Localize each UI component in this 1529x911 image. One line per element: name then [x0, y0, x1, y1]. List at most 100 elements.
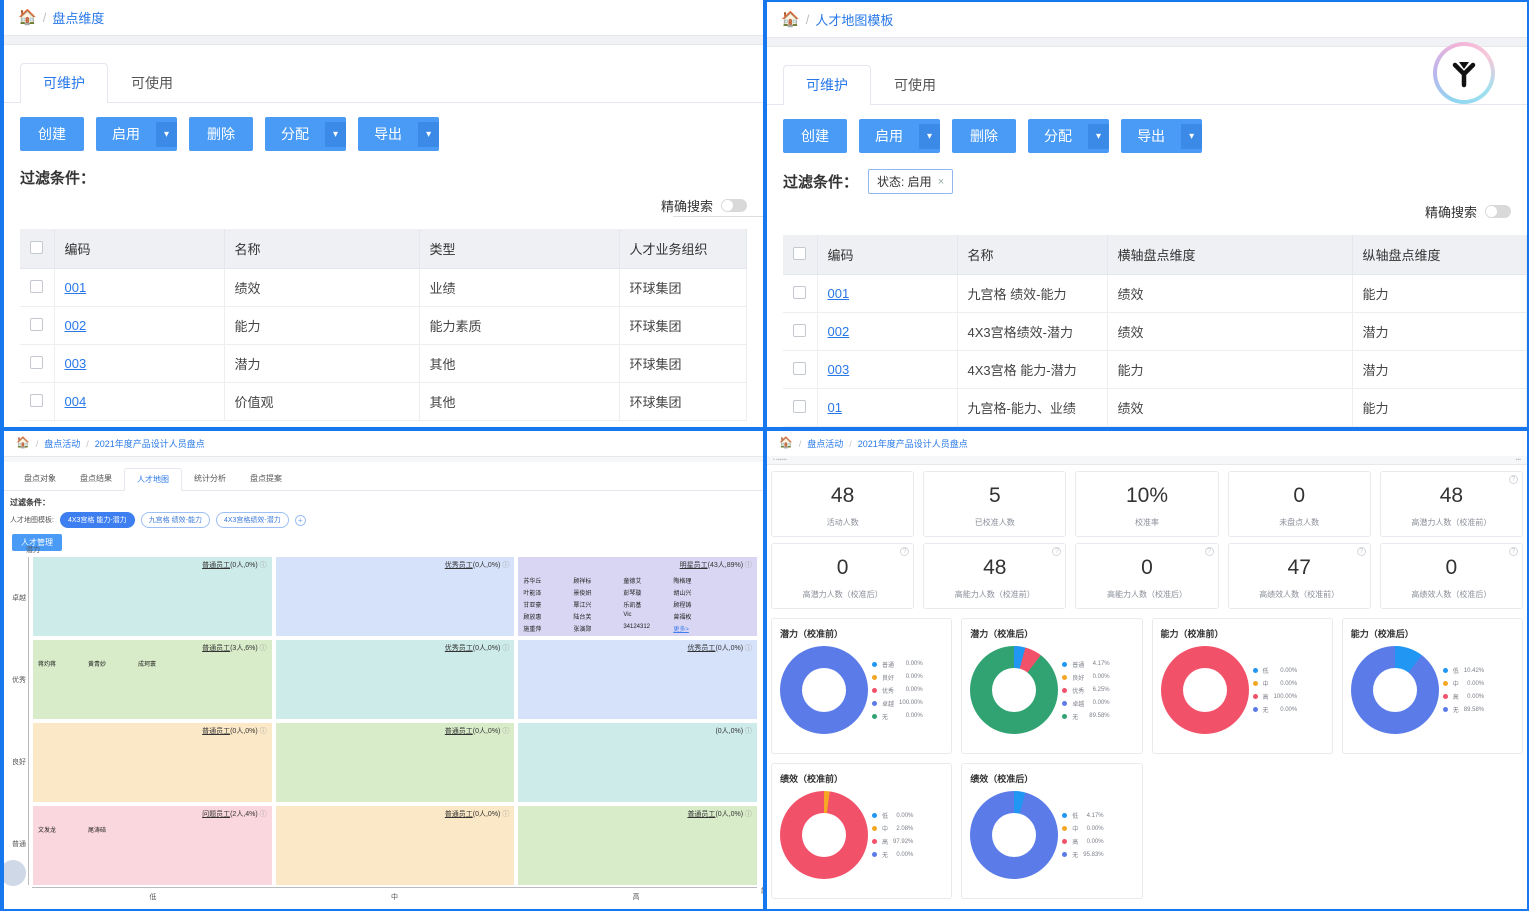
row-checkbox-cell[interactable] [783, 350, 818, 389]
info-icon[interactable]: ⓘ [745, 728, 752, 735]
table-row[interactable]: 002 4X3宫格绩效-潜力 绩效 潜力 [783, 312, 1527, 351]
home-icon[interactable]: 🏠 [16, 438, 30, 449]
col-code[interactable]: 编码 [817, 235, 958, 275]
info-icon[interactable]: ⓘ [260, 645, 267, 652]
tab-inventory-object[interactable]: 盘点对象 [12, 468, 68, 490]
table-row[interactable]: 004 价值观 其他 环球集团 [20, 382, 747, 421]
employee-name[interactable]: 曾福枚 [673, 612, 713, 621]
select-all-checkbox[interactable] [30, 240, 43, 254]
matrix-cell-label[interactable]: 问题员工 [202, 811, 230, 818]
select-all-cell[interactable] [20, 229, 55, 269]
matrix-cell-label[interactable]: 优秀员工 [687, 645, 715, 652]
more-link[interactable]: 更多> [673, 624, 713, 633]
help-icon[interactable]: ? [1356, 547, 1366, 556]
matrix-cell[interactable]: 普通员工(0人,0%) ⓘ [275, 723, 515, 802]
filter-chip-status[interactable]: 状态: 启用 × [868, 169, 954, 194]
col-name[interactable]: 名称 [957, 235, 1108, 275]
info-icon[interactable]: ⓘ [260, 728, 267, 735]
matrix-cell[interactable]: 普通员工(0人,0%) ⓘ [33, 723, 272, 802]
col-x-dimension[interactable]: 横轴盘点维度 [1107, 235, 1353, 275]
chevron-down-icon[interactable]: ▾ [1181, 123, 1203, 149]
assign-button[interactable]: 分配 ▾ [265, 117, 347, 151]
info-icon[interactable]: ⓘ [502, 562, 509, 569]
info-icon[interactable]: ⓘ [745, 645, 752, 652]
export-button[interactable]: 导出 ▾ [358, 117, 440, 151]
matrix-cell-label[interactable]: 优秀员工 [445, 562, 473, 569]
tab-usable[interactable]: 可使用 [871, 65, 959, 104]
employee-name[interactable]: 34124312 [623, 624, 663, 633]
tab-maintainable[interactable]: 可维护 [20, 63, 108, 103]
table-row[interactable]: 003 潜力 其他 环球集团 [20, 344, 747, 383]
exact-search-toggle[interactable] [721, 199, 747, 212]
matrix-cell-label[interactable]: 普通员工 [445, 811, 473, 818]
row-checkbox[interactable] [30, 279, 43, 293]
tab-statistics[interactable]: 统计分析 [182, 468, 238, 490]
home-icon[interactable]: 🏠 [18, 10, 37, 25]
enable-button[interactable]: 启用 ▾ [96, 117, 178, 151]
help-icon[interactable]: ? [1204, 547, 1214, 556]
matrix-cell[interactable]: 问题员工(2人,4%) ⓘ 文发龙 尾涛碚 [33, 806, 272, 885]
table-row[interactable]: 001 九宫格 绩效-能力 绩效 能力 [783, 274, 1527, 313]
template-chip[interactable]: 4X3宫格绩效-潜力 [215, 512, 289, 528]
matrix-cell-label[interactable]: 普通员工 [202, 728, 230, 735]
export-button[interactable]: 导出 ▾ [1121, 119, 1203, 153]
row-checkbox[interactable] [793, 399, 806, 413]
code-link[interactable]: 002 [65, 318, 87, 333]
row-checkbox-cell[interactable] [783, 388, 818, 427]
employee-name[interactable]: 顾放惠 [523, 612, 563, 621]
info-icon[interactable]: ⓘ [502, 728, 509, 735]
employee-name[interactable]: 乐凯基 [623, 600, 663, 609]
breadcrumb-level1[interactable]: 盘点活动 [807, 437, 843, 450]
info-icon[interactable]: ⓘ [745, 562, 752, 569]
matrix-cell-label[interactable]: 普通员工 [687, 811, 715, 818]
code-link[interactable]: 01 [828, 400, 842, 415]
employee-name[interactable]: 顾程铸 [673, 600, 713, 609]
col-name[interactable]: 名称 [224, 229, 420, 269]
code-link[interactable]: 002 [828, 324, 850, 339]
col-type[interactable]: 类型 [419, 229, 620, 269]
close-icon[interactable]: × [938, 176, 944, 188]
info-icon[interactable]: ⓘ [745, 811, 752, 818]
create-button[interactable]: 创建 [783, 119, 847, 153]
code-link[interactable]: 004 [65, 394, 87, 409]
tab-talent-map[interactable]: 人才地图 [124, 468, 182, 491]
row-checkbox[interactable] [30, 355, 43, 369]
row-checkbox[interactable] [30, 317, 43, 331]
employee-name[interactable]: 陶格理 [673, 576, 713, 585]
breadcrumb-current[interactable]: 盘点维度 [52, 8, 104, 27]
row-checkbox-cell[interactable] [20, 306, 55, 345]
help-icon[interactable]: ? [1508, 547, 1518, 556]
employee-name[interactable]: 覃江兴 [573, 600, 613, 609]
employee-name[interactable]: 陆台芙 [573, 612, 613, 621]
delete-button[interactable]: 删除 [952, 119, 1017, 153]
matrix-cell[interactable]: 优秀员工(0人,0%) ⓘ [275, 640, 515, 719]
employee-name[interactable]: 彭琴璇 [623, 588, 663, 597]
enable-button[interactable]: 启用 ▾ [859, 119, 941, 153]
matrix-cell[interactable]: 普通员工(3人,6%) ⓘ 蒋灼蒋 黄青妙 成珂寰 [33, 640, 272, 719]
employee-name[interactable]: 叶能泽 [523, 588, 563, 597]
employee-name[interactable]: 文发龙 [38, 825, 78, 834]
matrix-cell-label[interactable]: 明星员工 [680, 562, 708, 569]
help-icon[interactable]: ? [1052, 547, 1062, 556]
matrix-cell[interactable]: 优秀员工(0人,0%) ⓘ [518, 640, 757, 719]
row-checkbox-cell[interactable] [783, 274, 818, 313]
chevron-down-icon[interactable]: ▾ [418, 121, 440, 147]
col-org[interactable]: 人才业务组织 [619, 229, 747, 269]
template-chip[interactable]: 九宫格 绩效-能力 [140, 512, 210, 528]
code-link[interactable]: 003 [828, 362, 850, 377]
row-checkbox[interactable] [793, 361, 806, 375]
employee-name[interactable]: 苏华丘 [523, 576, 563, 585]
employee-name[interactable]: Vic [623, 612, 663, 621]
select-all-cell[interactable] [783, 235, 818, 275]
employee-name[interactable]: 胡山兴 [673, 588, 713, 597]
matrix-cell[interactable]: 优秀员工(0人,0%) ⓘ [275, 557, 515, 636]
col-code[interactable]: 编码 [54, 229, 225, 269]
matrix-cell[interactable]: (0人,0%) ⓘ [518, 723, 757, 802]
chevron-down-icon[interactable]: ▾ [1088, 123, 1110, 149]
table-row[interactable]: 003 4X3宫格 能力-潜力 能力 潜力 [783, 350, 1527, 389]
breadcrumb-level1[interactable]: 盘点活动 [44, 437, 80, 450]
template-chip-selected[interactable]: 4X3宫格 能力-潜力 [59, 512, 135, 528]
matrix-cell[interactable]: 普通员工(0人,0%) ⓘ [518, 806, 757, 885]
info-icon[interactable]: ⓘ [260, 811, 267, 818]
info-icon[interactable]: ⓘ [502, 811, 509, 818]
